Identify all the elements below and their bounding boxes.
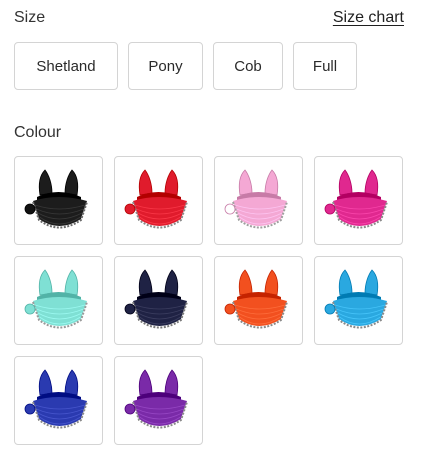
colour-swatch-royal-blue[interactable] — [14, 356, 103, 445]
colour-swatch-sky-blue[interactable] — [314, 256, 403, 345]
fly-veil-icon — [24, 369, 88, 429]
fly-veil-icon — [324, 169, 388, 229]
colour-heading: Colour — [14, 124, 62, 141]
size-option-pony[interactable]: Pony — [128, 42, 203, 90]
colour-swatch-mint[interactable] — [14, 256, 103, 345]
colour-swatch-navy[interactable] — [114, 256, 203, 345]
colour-swatch-red[interactable] — [114, 156, 203, 245]
fly-veil-icon — [124, 369, 188, 429]
colour-swatch-fuchsia[interactable] — [314, 156, 403, 245]
size-option-shetland[interactable]: Shetland — [14, 42, 118, 90]
colour-swatch-pink[interactable] — [214, 156, 303, 245]
size-heading: Size — [14, 9, 46, 26]
fly-veil-icon — [24, 269, 88, 329]
fly-veil-icon — [224, 169, 288, 229]
size-chart-link[interactable]: Size chart — [333, 9, 404, 27]
size-option-full[interactable]: Full — [293, 42, 357, 90]
fly-veil-icon — [324, 269, 388, 329]
fly-veil-icon — [124, 169, 188, 229]
colour-swatch-purple[interactable] — [114, 356, 203, 445]
fly-veil-icon — [124, 269, 188, 329]
fly-veil-icon — [224, 269, 288, 329]
size-option-cob[interactable]: Cob — [213, 42, 283, 90]
colour-swatch-orange[interactable] — [214, 256, 303, 345]
fly-veil-icon — [24, 169, 88, 229]
colour-swatch-black[interactable] — [14, 156, 103, 245]
